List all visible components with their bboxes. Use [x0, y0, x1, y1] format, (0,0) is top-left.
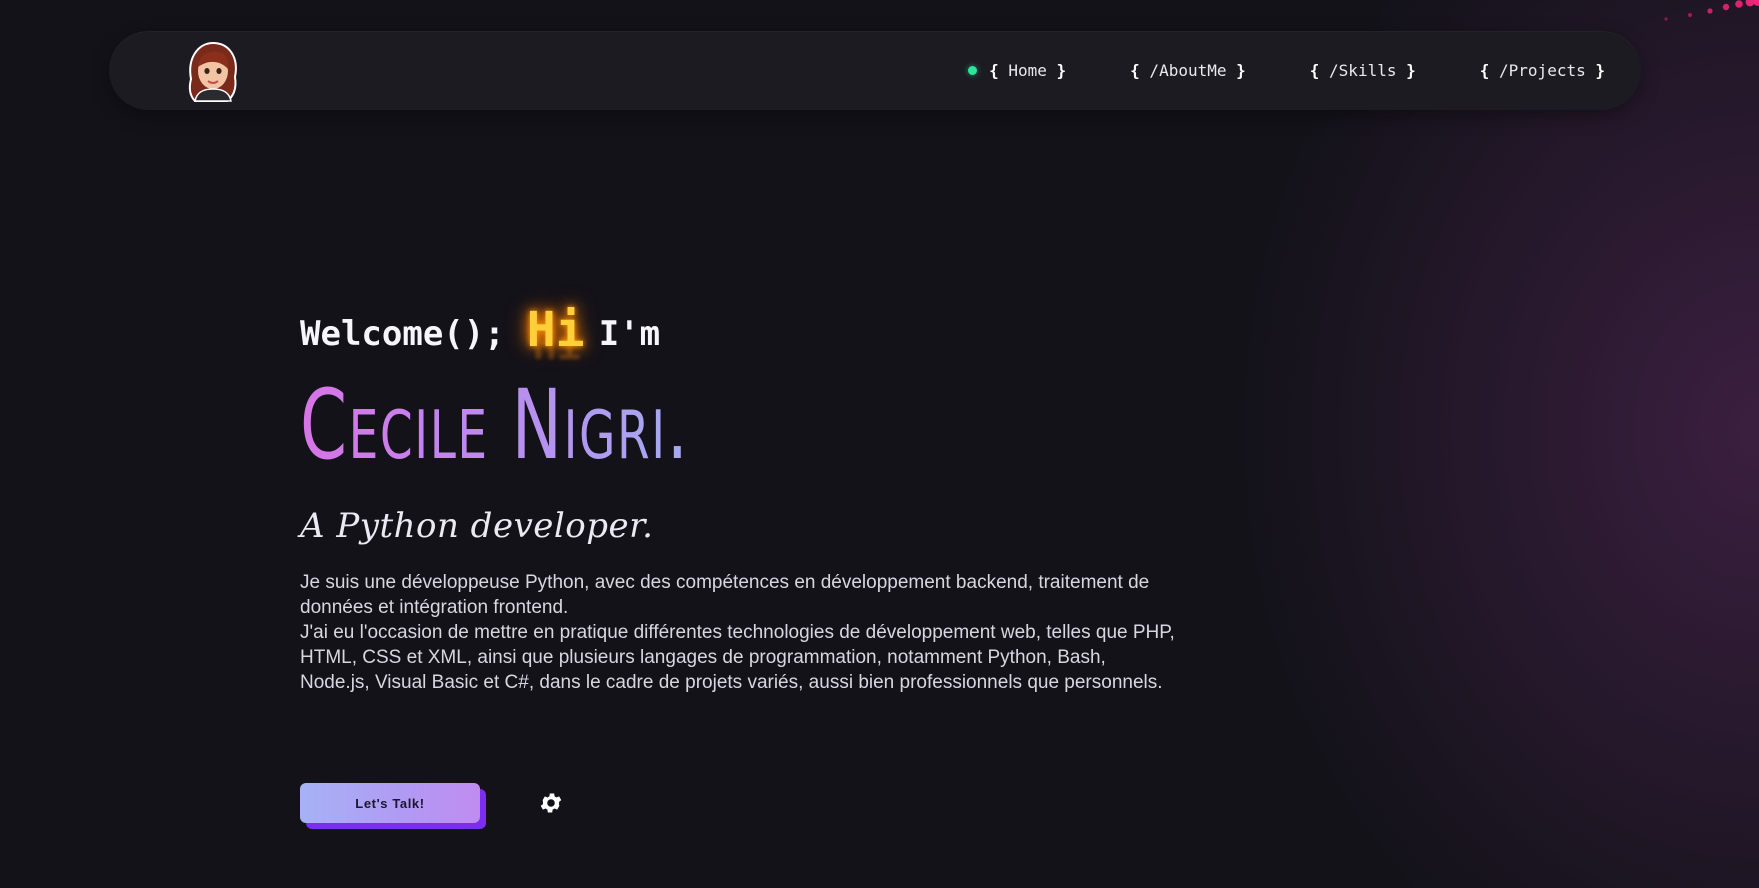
brace-open: {: [1309, 61, 1320, 80]
bio-line: J'ai eu l'occasion de mettre en pratique…: [300, 622, 1175, 693]
brace-close: }: [1236, 61, 1246, 80]
brace-close: }: [1595, 61, 1605, 80]
navbar: { Home } { /AboutMe } { /Skills } { /Pro…: [109, 31, 1641, 110]
hero-actions: Let's Talk!: [300, 783, 564, 823]
hero-role: A Python developer.: [300, 506, 654, 546]
neon-hi-sign: Hi Hi: [526, 302, 585, 369]
hero-name: Cecile Nigri.: [300, 370, 737, 480]
nav-item-aboutme[interactable]: { /AboutMe }: [1130, 61, 1246, 80]
lets-talk-button[interactable]: Let's Talk!: [300, 783, 480, 823]
nav-item-home[interactable]: { Home }: [968, 61, 1066, 80]
nav-item-projects[interactable]: { /Projects }: [1480, 61, 1605, 80]
neon-hi-text: Hi: [526, 302, 585, 358]
brace-close: }: [1406, 61, 1416, 80]
nav-label-skills: /Skills: [1319, 61, 1407, 80]
welcome-line: Welcome(); Hi Hi I'm: [300, 300, 1200, 369]
gear-icon[interactable]: [538, 790, 564, 816]
nav-label-home: Home: [998, 61, 1057, 80]
avatar[interactable]: [181, 39, 243, 105]
active-indicator-dot: [968, 66, 978, 75]
brace-open: {: [1130, 61, 1140, 80]
nav-links: { Home } { /AboutMe } { /Skills } { /Pro…: [968, 31, 1605, 110]
nav-label-aboutme: /AboutMe: [1139, 61, 1237, 80]
page: { Home } { /AboutMe } { /Skills } { /Pro…: [0, 0, 1759, 888]
brace-open: {: [1479, 61, 1490, 80]
hero-section: Welcome(); Hi Hi I'm Cecile Nigri. A Pyt…: [300, 300, 1200, 695]
nav-item-skills[interactable]: { /Skills }: [1310, 61, 1416, 80]
nav-label-projects: /Projects: [1489, 61, 1596, 80]
welcome-prefix: Welcome();: [300, 314, 505, 354]
brace-open: {: [989, 61, 999, 80]
bio-line: Je suis une développeuse Python, avec de…: [300, 572, 1150, 618]
hero-bio: Je suis une développeuse Python, avec de…: [300, 570, 1180, 695]
brace-close: }: [1056, 61, 1067, 80]
